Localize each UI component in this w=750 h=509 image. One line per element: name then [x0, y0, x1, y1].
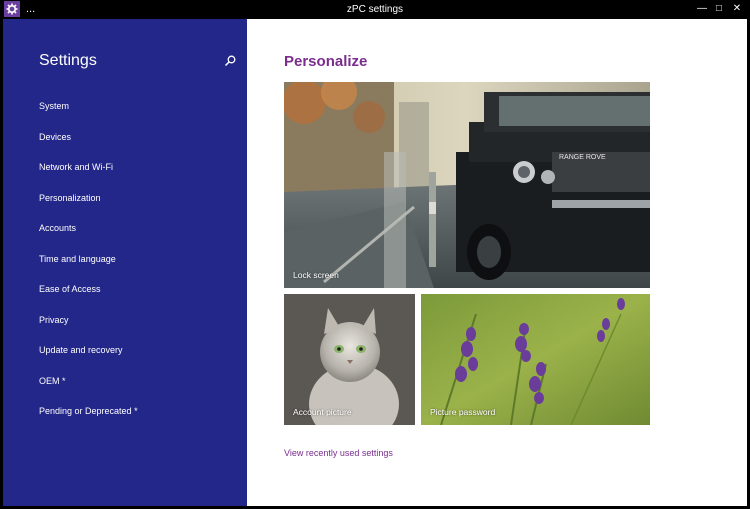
nav-item-accounts[interactable]: Accounts	[39, 221, 138, 252]
nav-item-privacy[interactable]: Privacy	[39, 313, 138, 344]
picture-password-label: Picture password	[430, 407, 496, 417]
close-button[interactable]: ✕	[728, 1, 746, 17]
account-picture-image	[284, 294, 415, 425]
window-title: zPC settings	[346, 4, 404, 15]
nav-item-time-language[interactable]: Time and language	[39, 252, 138, 283]
lock-screen-label: Lock screen	[293, 270, 339, 280]
sidebar: Settings System Devices Network and Wi-F…	[3, 19, 247, 506]
nav-item-system[interactable]: System	[39, 99, 138, 130]
nav-item-network[interactable]: Network and Wi-Fi	[39, 160, 138, 191]
nav-item-ease-of-access[interactable]: Ease of Access	[39, 282, 138, 313]
page-title: Personalize	[284, 53, 368, 70]
sidebar-title: Settings	[39, 52, 97, 69]
lock-screen-image: RANGE ROVE	[284, 82, 650, 288]
nav-item-devices[interactable]: Devices	[39, 130, 138, 161]
lock-screen-tile[interactable]: RANGE ROVE Lock screen	[284, 82, 650, 288]
account-picture-tile[interactable]: Account picture	[284, 294, 415, 425]
nav-item-personalization[interactable]: Personalization	[39, 191, 138, 222]
picture-password-image	[421, 294, 650, 425]
svg-text:RANGE ROVE: RANGE ROVE	[559, 154, 606, 161]
main-panel: Personalize RANGE ROVE Lock screen Accou…	[247, 19, 747, 506]
search-icon[interactable]	[222, 53, 238, 69]
account-picture-label: Account picture	[293, 407, 352, 417]
maximize-button[interactable]: □	[710, 1, 728, 17]
view-recent-settings-link[interactable]: View recently used settings	[284, 448, 393, 458]
nav-item-oem[interactable]: OEM *	[39, 374, 138, 405]
nav-item-update-recovery[interactable]: Update and recovery	[39, 343, 138, 374]
title-bar[interactable]: ... zPC settings — □ ✕	[0, 0, 750, 19]
app-content: Settings System Devices Network and Wi-F…	[3, 19, 747, 506]
minimize-button[interactable]: —	[693, 1, 711, 17]
nav-item-pending-deprecated[interactable]: Pending or Deprecated *	[39, 404, 138, 435]
settings-nav: System Devices Network and Wi-Fi Persona…	[39, 99, 138, 435]
picture-password-tile[interactable]: Picture password	[421, 294, 650, 425]
window-frame: ... zPC settings — □ ✕ Settings System D…	[0, 0, 750, 509]
